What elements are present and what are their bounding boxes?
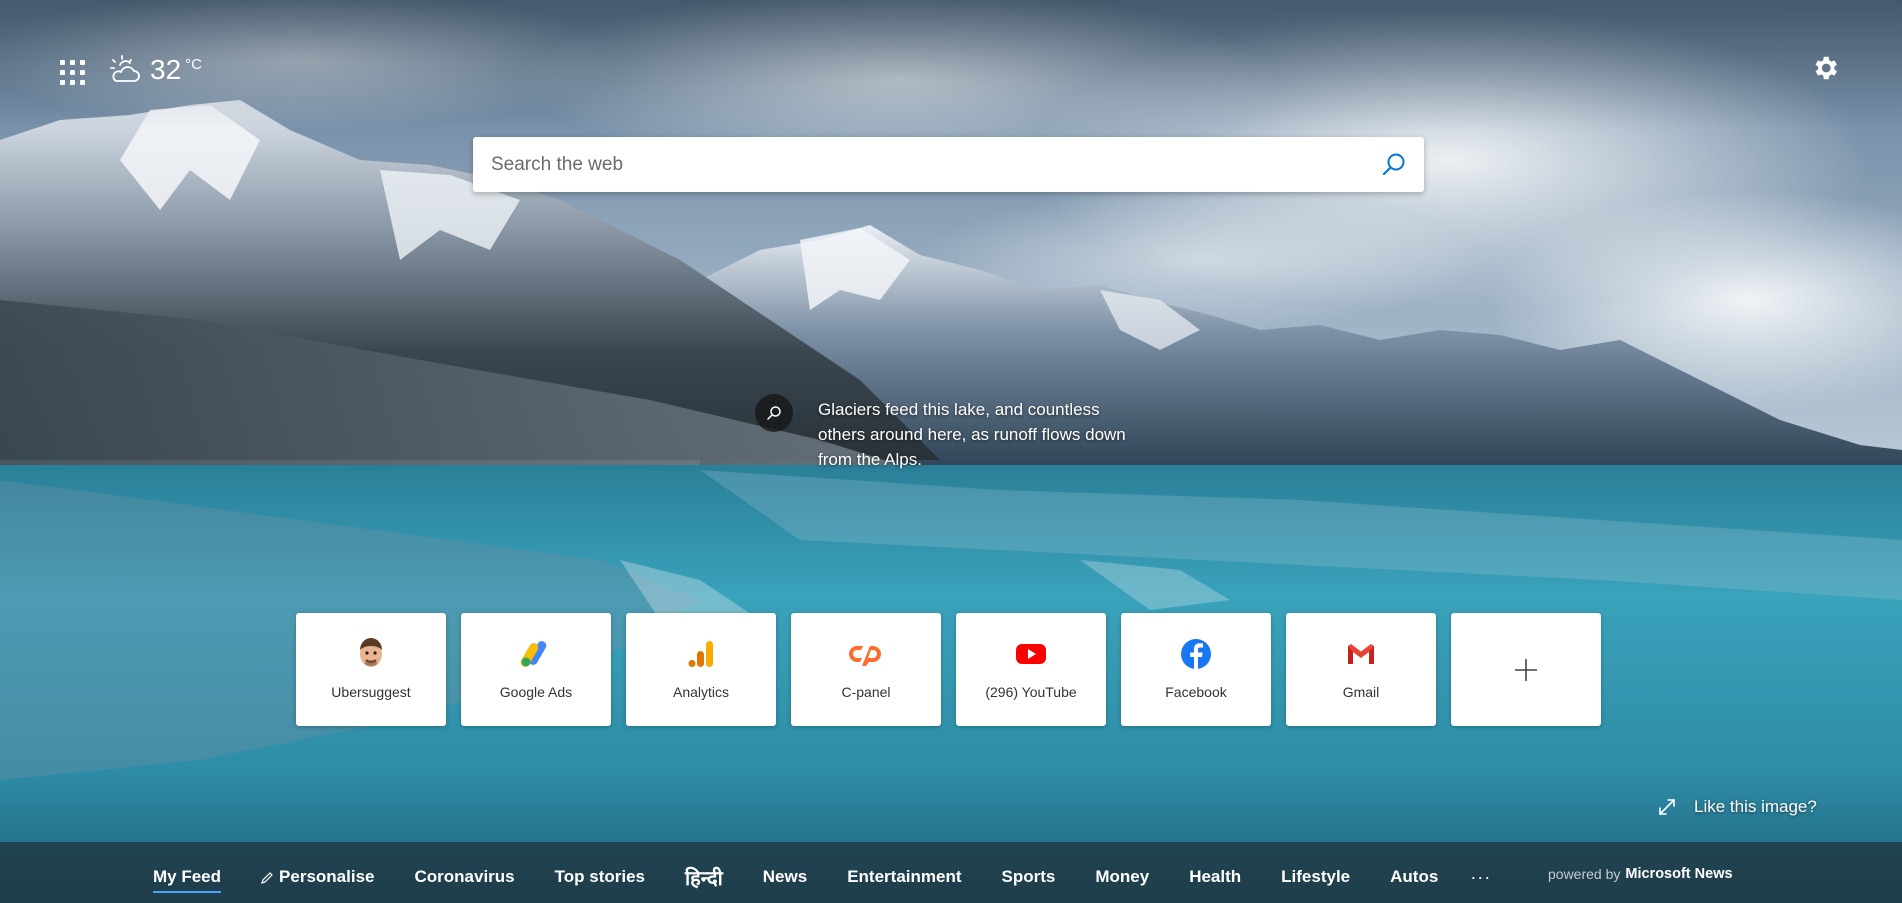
nav-item-autos[interactable]: Autos [1390,867,1438,887]
quick-link-label: C-panel [841,684,891,700]
expand-icon [1659,799,1675,815]
nav-item-label: Personalise [279,867,375,886]
like-image-label: Like this image? [1694,797,1817,816]
partly-cloudy-icon [110,55,140,82]
like-image-button[interactable]: Like this image? [1658,795,1817,819]
quick-link-label: (296) YouTube [985,684,1077,700]
quick-link-label: Gmail [1342,684,1380,700]
search-input[interactable] [473,137,1364,192]
cpanel-icon [849,646,881,666]
nav-item-personalise[interactable]: Personalise [261,867,374,887]
quick-link-cpanel[interactable]: C-panel [791,613,941,726]
quick-link-youtube[interactable]: (296) YouTube [956,613,1106,726]
settings-button[interactable] [1810,53,1840,83]
nav-item-label: News [762,867,808,886]
top-shade [0,0,1902,130]
nav-item-coronavirus[interactable]: Coronavirus [414,867,514,887]
nav-item-label: Sports [1001,867,1056,886]
nav-item-my-feed[interactable]: My Feed [153,867,222,893]
nav-item-top-stories[interactable]: Top stories [555,867,645,887]
quick-links: Ubersuggest Google Ads Analytics C-panel… [296,613,1601,726]
app-launcher-button[interactable] [58,58,85,85]
nav-item-health[interactable]: Health [1189,867,1241,887]
google-ads-icon [520,641,547,667]
plus-icon [1515,658,1537,681]
quick-link-ubersuggest[interactable]: Ubersuggest [296,613,446,726]
quick-link-label: Ubersuggest [331,684,411,700]
quick-link-label: Analytics [672,684,730,700]
powered-by-brand: Microsoft News [1625,866,1733,882]
nav-item-label: Health [1189,867,1242,886]
weather-widget[interactable]: 32 °C [108,52,202,88]
youtube-icon [1016,644,1046,664]
nav-item-sports[interactable]: Sports [1002,867,1056,887]
nav-item-entertainment[interactable]: Entertainment [847,867,961,887]
facebook-icon [1181,639,1211,669]
nav-more-button[interactable]: ··· [1470,867,1491,888]
nav-item-label: My Feed [153,867,222,886]
nav-item-label: Autos [1390,867,1439,886]
gear-icon [1815,56,1837,80]
search-box [473,137,1424,192]
quick-link-google-ads[interactable]: Google Ads [461,613,611,726]
quick-link-analytics[interactable]: Analytics [626,613,776,726]
ubersuggest-icon [360,638,382,667]
weather-temperature: 32 [150,54,182,85]
nav-item-label: हिन्दी [685,867,723,890]
weather-unit: °C [185,56,202,73]
powered-by: powered by Microsoft News [1548,864,1733,884]
search-icon [767,406,781,420]
pencil-icon [261,871,273,884]
quick-link-label: Facebook [1165,684,1227,700]
nav-item-label: Lifestyle [1281,867,1351,886]
image-info-button[interactable] [755,394,793,432]
add-quick-link-button[interactable] [1451,613,1601,726]
nav-item-news[interactable]: News [763,867,807,887]
quick-link-gmail[interactable]: Gmail [1286,613,1436,726]
quick-link-facebook[interactable]: Facebook [1121,613,1271,726]
powered-by-prefix: powered by [1548,866,1621,882]
quick-link-label: Google Ads [499,684,573,700]
nav-item-label: Entertainment [847,867,962,886]
nav-item-money[interactable]: Money [1095,867,1149,887]
analytics-icon [688,641,713,667]
nav-item-label: Top stories [554,867,645,886]
nav-item-hindi[interactable]: हिन्दी [685,864,723,891]
nav-item-lifestyle[interactable]: Lifestyle [1281,867,1350,887]
news-nav: My Feed Personalise Coronavirus Top stor… [153,864,1491,893]
nav-item-label: Coronavirus [414,867,515,886]
image-caption[interactable]: Glaciers feed this lake, and countless o… [818,397,1148,472]
search-submit-button[interactable] [1364,137,1424,192]
nav-item-label: Money [1095,867,1150,886]
gmail-icon [1348,644,1374,664]
search-icon [1382,153,1405,175]
